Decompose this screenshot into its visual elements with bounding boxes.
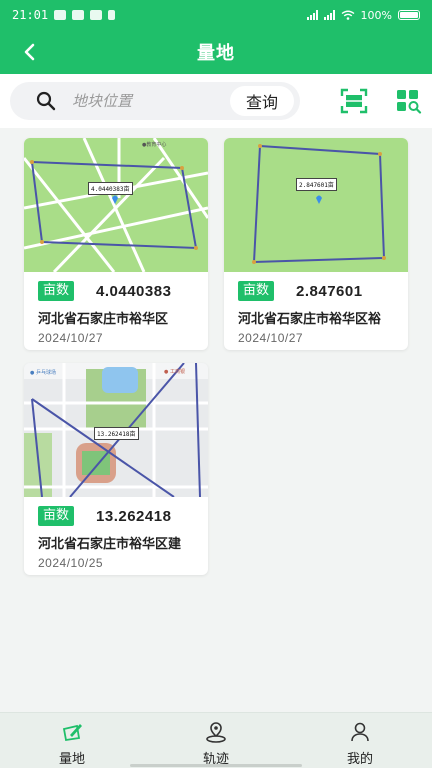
date-text: 2024/10/25 (38, 556, 104, 570)
query-button[interactable]: 查询 (230, 86, 294, 116)
measure-icon (62, 724, 82, 742)
signal-icon (323, 10, 335, 20)
map-image: ●教育中心 (24, 138, 208, 272)
app-header: 量地 (0, 30, 432, 74)
back-button[interactable] (14, 36, 46, 68)
chat-icon (90, 10, 103, 20)
search-bar-area: 查询 (0, 74, 432, 128)
map-area-label: 13.262418亩 (94, 427, 139, 440)
location-text: 河北省石家庄市裕华区裕 (238, 312, 382, 327)
land-card[interactable]: ● 乒乓球场 ● 工商银 13.262418亩 亩数 13.262418 河北省… (24, 363, 208, 575)
svg-text:● 乒乓球场: ● 乒乓球场 (30, 369, 56, 376)
user-icon (351, 722, 369, 742)
land-map-thumbnail: 2.847601亩 (224, 138, 408, 272)
area-value: 13.262418 (96, 507, 172, 525)
status-bar: 21:01 100% (0, 0, 432, 30)
notification-icon (108, 10, 116, 20)
wifi-icon (341, 10, 354, 20)
unit-badge: 亩数 (38, 281, 75, 301)
grid-search-icon[interactable] (396, 88, 422, 114)
card-info: 亩数 2.847601 河北省石家庄市裕华区裕 2024/10/27 (238, 280, 402, 345)
location-text: 河北省石家庄市裕华区建 (38, 537, 182, 552)
map-image (224, 138, 408, 272)
scan-icon[interactable] (340, 88, 368, 114)
battery-percent: 100% (360, 8, 392, 22)
nav-item-profile[interactable]: 我的 (288, 713, 432, 768)
nav-item-track[interactable]: 轨迹 (144, 713, 288, 768)
card-info: 亩数 13.262418 河北省石家庄市裕华区建 2024/10/25 (38, 505, 202, 570)
mail-icon (72, 10, 85, 20)
home-indicator (130, 764, 302, 767)
signal-icon (306, 10, 318, 20)
page-title: 量地 (197, 43, 235, 64)
card-info: 亩数 4.0440383 河北省石家庄市裕华区 2024/10/27 (38, 280, 202, 345)
svg-text:●教育中心: ●教育中心 (142, 141, 166, 148)
location-text: 河北省石家庄市裕华区 (38, 312, 169, 327)
nav-item-measure[interactable]: 量地 (0, 713, 144, 768)
land-map-thumbnail: ●教育中心 4.0440383亩 (24, 138, 208, 272)
area-value: 2.847601 (296, 282, 363, 300)
status-time: 21:01 (12, 8, 49, 22)
unit-badge: 亩数 (38, 506, 75, 526)
date-text: 2024/10/27 (38, 331, 104, 345)
chevron-left-icon (24, 43, 35, 61)
svg-text:● 工商银: ● 工商银 (164, 368, 185, 375)
map-area-label: 2.847601亩 (296, 178, 337, 191)
search-input[interactable] (72, 92, 222, 110)
land-card[interactable]: ●教育中心 4.0440383亩 亩数 4.0440383 河北省石家庄市裕华区… (24, 138, 208, 350)
nav-label: 量地 (58, 752, 85, 767)
search-box: 查询 (10, 82, 300, 120)
unit-badge: 亩数 (238, 281, 275, 301)
map-area-label: 4.0440383亩 (88, 182, 133, 195)
date-text: 2024/10/27 (238, 331, 304, 345)
land-card[interactable]: 2.847601亩 亩数 2.847601 河北省石家庄市裕华区裕 2024/1… (224, 138, 408, 350)
bottom-nav: 量地 轨迹 我的 (0, 712, 432, 768)
nav-label: 我的 (346, 752, 373, 767)
search-icon (36, 91, 56, 111)
battery-icon (398, 10, 420, 20)
area-value: 4.0440383 (96, 282, 172, 300)
land-map-thumbnail: ● 乒乓球场 ● 工商银 13.262418亩 (24, 363, 208, 497)
app-notification-icon (54, 10, 67, 20)
track-icon (206, 722, 226, 743)
